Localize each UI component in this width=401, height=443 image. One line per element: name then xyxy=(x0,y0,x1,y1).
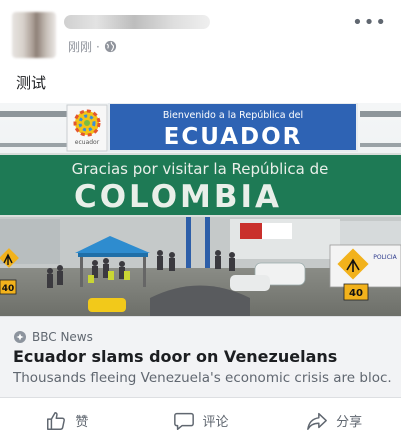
speed-sign-left: 40 xyxy=(2,284,15,294)
author-name-redacted[interactable] xyxy=(64,15,210,29)
comment-button[interactable]: 评论 xyxy=(134,398,268,443)
link-preview-card[interactable]: BBC News Ecuador slams door on Venezuela… xyxy=(0,316,401,398)
post-header: 刚刚 · ••• xyxy=(0,0,401,64)
link-source-name: BBC News xyxy=(32,330,93,344)
colombia-text: COLOMBIA xyxy=(74,179,282,215)
ecuador-text: ECUADOR xyxy=(164,124,303,150)
link-preview-image[interactable]: ecuador Bienvenido a la República del EC… xyxy=(0,103,401,316)
link-title[interactable]: Ecuador slams door on Venezuelans xyxy=(13,347,337,366)
post-text: 测试 xyxy=(16,74,47,92)
border-crossing-photo: ecuador Bienvenido a la República del EC… xyxy=(0,103,401,316)
thanks-text: Gracias por visitar la República de xyxy=(72,160,329,178)
thumbs-up-icon xyxy=(47,411,66,430)
police-vehicle-label: POLICIA xyxy=(373,254,397,261)
like-label: 赞 xyxy=(75,415,89,430)
post-timestamp[interactable]: 刚刚 xyxy=(68,38,92,55)
article-icon xyxy=(14,331,26,343)
speed-sign-right: 40 xyxy=(349,288,363,299)
welcome-text: Bienvenido a la República del xyxy=(163,110,303,121)
meta-separator: · xyxy=(96,39,100,54)
comment-label: 评论 xyxy=(202,415,229,430)
post-actions: 赞 评论 分享 xyxy=(0,398,401,443)
link-source: BBC News xyxy=(13,330,93,344)
comment-icon xyxy=(173,412,194,430)
post-meta: 刚刚 · xyxy=(68,38,117,55)
like-button[interactable]: 赞 xyxy=(0,398,134,443)
globe-icon[interactable] xyxy=(104,40,117,53)
avatar[interactable] xyxy=(12,12,56,58)
share-arrow-icon xyxy=(307,412,328,430)
share-label: 分享 xyxy=(336,415,363,430)
ecuador-emblem xyxy=(73,109,101,137)
link-description: Thousands fleeing Venezuela's economic c… xyxy=(13,370,393,386)
emblem-label: ecuador xyxy=(75,139,100,146)
more-options-icon[interactable]: ••• xyxy=(352,12,387,33)
share-button[interactable]: 分享 xyxy=(267,398,401,443)
